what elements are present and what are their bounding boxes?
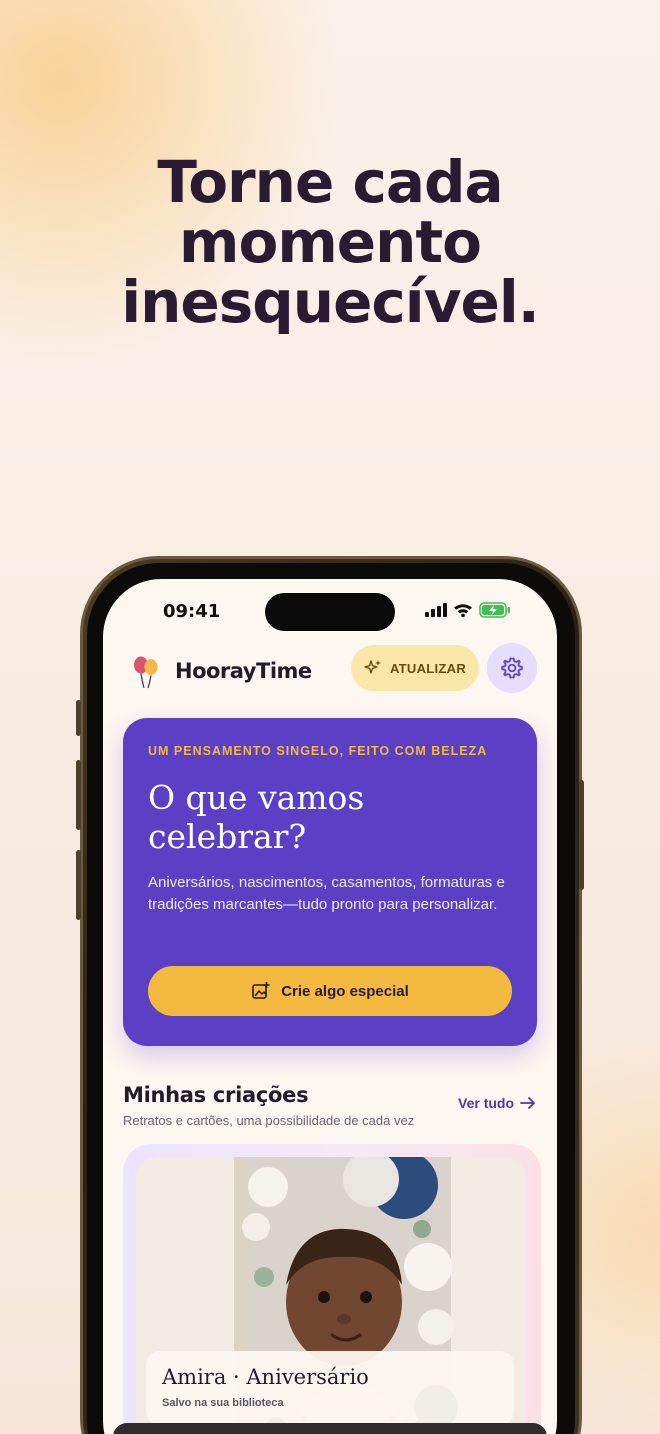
creation-card-subtitle: Salvo na sua biblioteca — [162, 1397, 284, 1409]
wifi-icon — [454, 604, 472, 617]
tab-bar — [113, 1423, 547, 1434]
app-brand-name: HoorayTime — [175, 659, 312, 683]
headline-line-1: Torne cada — [157, 148, 503, 216]
balloons-logo-icon — [134, 656, 158, 689]
phone-screen: 09:41 HoorayTime ATUALIZAR UM PENSAMENTO… — [103, 579, 557, 1434]
add-image-icon — [252, 982, 270, 999]
status-icons — [425, 601, 511, 619]
create-special-button[interactable]: Crie algo especial — [148, 966, 512, 1016]
status-time: 09:41 — [163, 601, 221, 622]
marketing-headline: Torne cada momento inesquecível. — [0, 152, 660, 332]
see-all-label: Ver tudo — [458, 1095, 515, 1111]
creation-card-title: Amira · Aniversário — [162, 1365, 369, 1389]
hero-title-line-1: O que vamos — [148, 778, 365, 817]
sparkles-icon — [364, 660, 381, 674]
volume-up-button — [76, 760, 81, 830]
dynamic-island — [265, 593, 395, 631]
see-all-link[interactable]: Ver tudo — [458, 1095, 536, 1111]
creations-subtitle: Retratos e cartões, uma possibilidade de… — [123, 1113, 415, 1128]
arrow-right-icon — [520, 1097, 535, 1109]
volume-down-button — [76, 850, 81, 920]
app-header: HoorayTime ATUALIZAR — [123, 643, 537, 699]
create-special-label: Crie algo especial — [281, 982, 409, 1000]
hero-title: O que vamos celebrar? — [148, 778, 508, 856]
gear-icon — [501, 657, 523, 679]
creation-card-label: Amira · Aniversário Salvo na sua bibliot… — [146, 1351, 514, 1425]
hero-title-line-2: celebrar? — [148, 817, 307, 856]
hero-description: Aniversários, nascimentos, casamentos, f… — [148, 874, 505, 913]
headline-line-2: momento — [179, 208, 482, 276]
settings-button[interactable] — [487, 643, 537, 693]
power-button — [579, 780, 584, 890]
creations-title: Minhas criações — [123, 1083, 309, 1107]
upgrade-label: ATUALIZAR — [389, 660, 467, 676]
cellular-signal-icon — [425, 603, 447, 617]
action-button — [76, 700, 81, 736]
headline-line-3: inesquecível. — [121, 268, 540, 336]
battery-charging-icon — [479, 602, 510, 618]
hero-card: UM PENSAMENTO SINGELO, FEITO COM BELEZA … — [123, 718, 537, 1046]
upgrade-button[interactable]: ATUALIZAR — [351, 645, 479, 691]
hero-eyebrow: UM PENSAMENTO SINGELO, FEITO COM BELEZA — [148, 744, 488, 758]
